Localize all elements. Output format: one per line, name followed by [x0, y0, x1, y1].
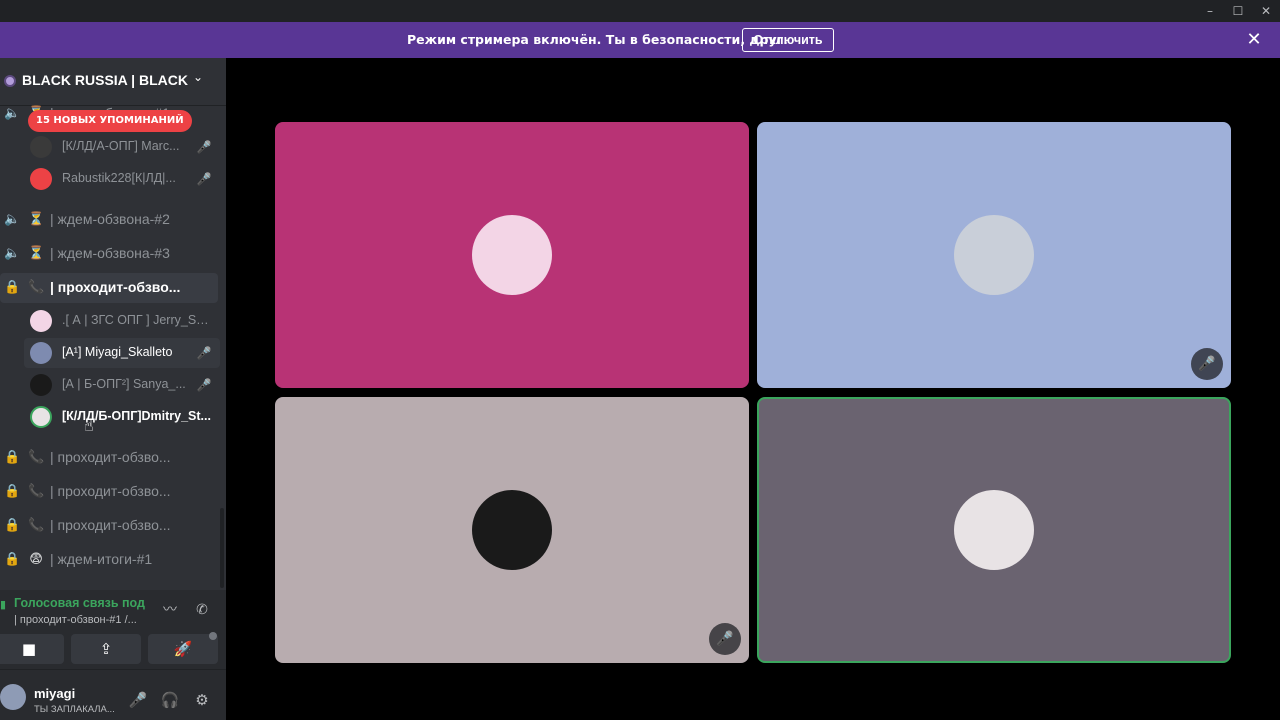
- avatar: [30, 310, 52, 332]
- channel-label: | проходит-обзво...: [50, 483, 171, 499]
- mouse-cursor-icon: ☝: [84, 416, 94, 435]
- speaker-icon: 🔈: [4, 106, 21, 121]
- channel-label: | проходит-обзво...: [50, 517, 171, 533]
- sidebar-scrollbar[interactable]: [220, 508, 224, 588]
- lock-icon: 🔒: [4, 518, 21, 533]
- fearful-face-icon: 😨: [29, 552, 43, 567]
- user-status: ТЫ ЗАПЛАКАЛА...: [34, 704, 115, 715]
- server-icon: [4, 75, 16, 87]
- disconnect-icon[interactable]: ✆: [190, 598, 214, 622]
- banner-text: Режим стримера включён. Ты в безопасност…: [407, 32, 788, 47]
- video-button[interactable]: ■: [0, 634, 64, 664]
- discord-avatar: [30, 168, 52, 190]
- participant-tile[interactable]: [275, 122, 749, 388]
- participant-avatar: [954, 215, 1034, 295]
- speaker-icon: 🔈: [4, 246, 21, 261]
- signal-icon: ▮: [0, 598, 7, 611]
- muted-mic-icon: 🎤: [1191, 348, 1223, 380]
- muted-mic-icon: 🎤: [196, 378, 212, 392]
- avatar: [30, 374, 52, 396]
- lock-icon: 🔒: [4, 280, 21, 295]
- hourglass-icon: ⏳: [28, 246, 45, 261]
- phone-icon: 📞: [28, 280, 45, 295]
- minimize-button[interactable]: –: [1196, 0, 1224, 22]
- voice-grid: 🎤 🎤: [226, 58, 1280, 720]
- member-name: [А¹] Miyagi_Skalleto: [62, 345, 173, 359]
- window-titlebar: – ☐ ✕: [0, 0, 1280, 22]
- close-window-button[interactable]: ✕: [1252, 0, 1280, 22]
- voice-channel-locked[interactable]: 🔒 📞 | проходит-обзво...: [0, 511, 218, 541]
- participant-avatar: [954, 490, 1034, 570]
- close-banner-icon[interactable]: ✕: [1242, 28, 1266, 52]
- maximize-button[interactable]: ☐: [1224, 0, 1252, 22]
- participant-tile[interactable]: 🎤: [275, 397, 749, 663]
- phone-icon: 📞: [28, 484, 45, 499]
- participant-tile-speaking[interactable]: [757, 397, 1231, 663]
- screen-share-button[interactable]: ⇪: [71, 634, 141, 664]
- new-mentions-badge[interactable]: 15 НОВЫХ УПОМИНАНИЙ: [28, 110, 192, 132]
- avatar: [30, 406, 52, 428]
- member-name: [К/ЛД/А-ОПГ] Marc...: [62, 139, 180, 153]
- channel-label: | ждем-обзвона-#3: [50, 245, 170, 261]
- user-panel: miyagi ТЫ ЗАПЛАКАЛА... 🎤 🎧 ⚙: [0, 670, 226, 720]
- voice-channel-locked[interactable]: 🔒 📞 | проходит-обзво...: [0, 477, 218, 507]
- voice-connection-panel: ▮ Голосовая связь под | проходит-обзвон-…: [0, 590, 226, 670]
- voice-member[interactable]: [А | Б-ОПГ²] Sanya_... 🎤: [24, 370, 220, 400]
- avatar: [30, 136, 52, 158]
- phone-icon: 📞: [28, 450, 45, 465]
- channel-label: | проходит-обзво...: [50, 279, 181, 295]
- voice-member[interactable]: [А¹] Miyagi_Skalleto 🎤: [24, 338, 220, 368]
- headphones-icon[interactable]: 🎧: [158, 688, 182, 712]
- activity-button[interactable]: 🚀: [148, 634, 218, 664]
- lock-icon: 🔒: [4, 450, 21, 465]
- channel-label: | ждем-итоги-#1: [50, 551, 153, 567]
- participant-avatar: [472, 490, 552, 570]
- streamer-mode-banner: Режим стримера включён. Ты в безопасност…: [0, 22, 1280, 58]
- speaker-icon: 🔈: [4, 212, 21, 227]
- voice-channel-name[interactable]: | проходит-обзвон-#1 /...: [14, 614, 137, 626]
- server-name: BLACK RUSSIA | BLACK: [22, 72, 188, 88]
- participant-tile[interactable]: 🎤: [757, 122, 1231, 388]
- lock-icon: 🔒: [4, 484, 21, 499]
- user-name[interactable]: miyagi: [34, 686, 75, 701]
- member-name: [А | Б-ОПГ²] Sanya_...: [62, 377, 186, 391]
- muted-mic-icon: 🎤: [196, 140, 212, 154]
- channel-label: | ждем-обзвона-#2: [50, 211, 170, 227]
- phone-icon: 📞: [28, 518, 45, 533]
- member-name: .[ А | ЗГС ОПГ ] Jerry_Sto...: [62, 313, 212, 327]
- avatar: [30, 342, 52, 364]
- chevron-down-icon[interactable]: ⌄: [193, 70, 203, 84]
- voice-channel-active[interactable]: 🔒 📞 | проходит-обзво...: [0, 273, 218, 303]
- voice-member[interactable]: .[ А | ЗГС ОПГ ] Jerry_Sto...: [24, 306, 220, 336]
- mute-mic-icon[interactable]: 🎤: [126, 688, 150, 712]
- noise-suppression-icon[interactable]: 〰: [158, 598, 182, 622]
- channel-sidebar: BLACK RUSSIA | BLACK ⌄ 🔈 ⏳ | ждем-обзвон…: [0, 58, 226, 720]
- channel-label: | проходит-обзво...: [50, 449, 171, 465]
- disable-streamer-mode-button[interactable]: Отключить: [742, 28, 834, 52]
- voice-channel-results[interactable]: 🔒 😨 | ждем-итоги-#1: [0, 545, 218, 575]
- participant-avatar: [472, 215, 552, 295]
- voice-channel-waiting-3[interactable]: 🔈 ⏳ | ждем-обзвона-#3: [0, 239, 218, 269]
- lock-icon: 🔒: [4, 552, 21, 567]
- muted-mic-icon: 🎤: [196, 172, 212, 186]
- muted-mic-icon: 🎤: [196, 346, 212, 360]
- voice-member[interactable]: Rabustik228[К|ЛД|... 🎤: [24, 164, 220, 194]
- settings-gear-icon[interactable]: ⚙: [190, 688, 214, 712]
- voice-channel-waiting-2[interactable]: 🔈 ⏳ | ждем-обзвона-#2: [0, 205, 218, 235]
- avatar[interactable]: [0, 684, 26, 710]
- voice-channel-locked[interactable]: 🔒 📞 | проходит-обзво...: [0, 443, 218, 473]
- activity-dot: [209, 632, 217, 640]
- voice-status[interactable]: Голосовая связь под: [14, 596, 145, 610]
- voice-member[interactable]: [К/ЛД/А-ОПГ] Marc... 🎤: [24, 132, 220, 162]
- muted-mic-icon: 🎤: [709, 623, 741, 655]
- hourglass-icon: ⏳: [28, 212, 45, 227]
- member-name: Rabustik228[К|ЛД|...: [62, 171, 176, 185]
- voice-member[interactable]: [К/ЛД/Б-ОПГ]Dmitry_St...: [24, 402, 220, 432]
